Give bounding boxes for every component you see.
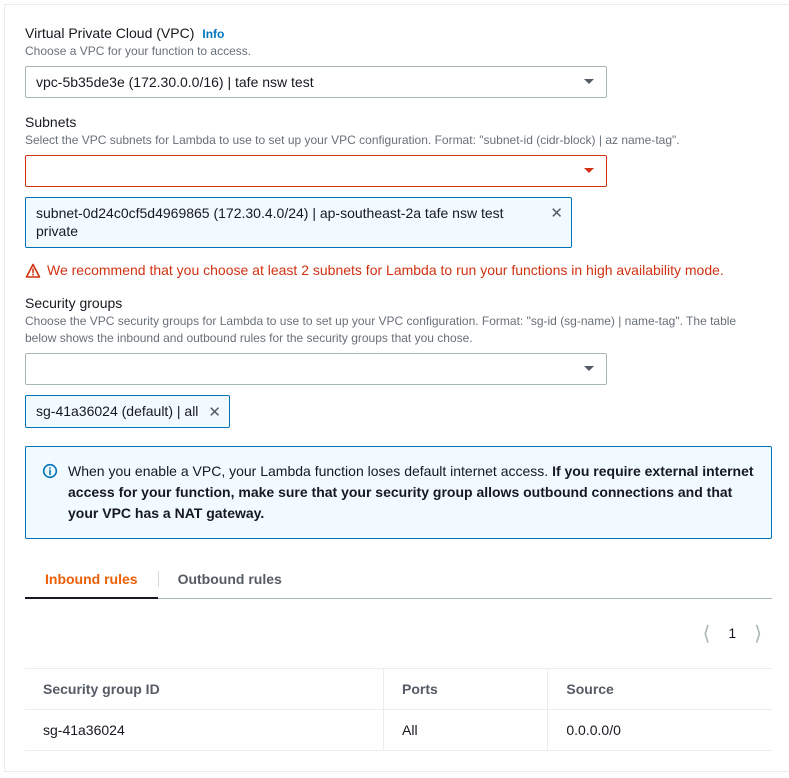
- security-group-chip: sg-41a36024 (default) | all ✕: [25, 395, 230, 428]
- vpc-info-text: When you enable a VPC, your Lambda funct…: [68, 461, 755, 524]
- sg-chip-text: sg-41a36024 (default) | all: [36, 402, 198, 421]
- security-groups-label: Security groups: [25, 295, 122, 311]
- security-groups-desc: Choose the VPC security groups for Lambd…: [25, 313, 765, 347]
- chevron-down-icon: [584, 79, 594, 84]
- subnets-field: Subnets Select the VPC subnets for Lambd…: [25, 114, 772, 280]
- info-prefix: When you enable a VPC, your Lambda funct…: [68, 463, 552, 479]
- info-icon: [42, 463, 58, 524]
- col-security-group-id: Security group ID: [25, 668, 384, 709]
- subnets-desc: Select the VPC subnets for Lambda to use…: [25, 132, 765, 149]
- security-groups-dropdown[interactable]: [25, 353, 607, 385]
- vpc-config-panel: Virtual Private Cloud (VPC) Info Choose …: [4, 4, 789, 772]
- table-header-row: Security group ID Ports Source: [25, 668, 772, 709]
- vpc-dropdown[interactable]: vpc-5b35de3e (172.30.0.0/16) | tafe nsw …: [25, 66, 607, 98]
- col-ports: Ports: [384, 668, 548, 709]
- col-source: Source: [548, 668, 772, 709]
- vpc-label: Virtual Private Cloud (VPC): [25, 25, 194, 41]
- subnet-chip-text: subnet-0d24c0cf5d4969865 (172.30.4.0/24)…: [36, 204, 531, 242]
- vpc-field: Virtual Private Cloud (VPC) Info Choose …: [25, 25, 772, 98]
- security-groups-field: Security groups Choose the VPC security …: [25, 295, 772, 427]
- cell-sgid: sg-41a36024: [25, 709, 384, 750]
- warning-icon: [25, 263, 41, 279]
- close-icon[interactable]: ✕: [208, 403, 221, 420]
- tab-outbound-rules[interactable]: Outbound rules: [158, 559, 302, 599]
- vpc-selected-value: vpc-5b35de3e (172.30.0.0/16) | tafe nsw …: [36, 74, 314, 90]
- vpc-desc: Choose a VPC for your function to access…: [25, 43, 765, 60]
- inbound-rules-table: Security group ID Ports Source sg-41a360…: [25, 668, 772, 751]
- chevron-down-icon: [584, 168, 594, 173]
- subnets-label: Subnets: [25, 114, 76, 130]
- rules-pager: ⟨ 1 ⟩: [25, 599, 772, 668]
- vpc-info-alert: When you enable a VPC, your Lambda funct…: [25, 446, 772, 539]
- tab-inbound-rules[interactable]: Inbound rules: [25, 559, 158, 599]
- subnets-dropdown[interactable]: [25, 155, 607, 187]
- prev-page-icon[interactable]: ⟨: [703, 621, 711, 646]
- next-page-icon[interactable]: ⟩: [754, 621, 762, 646]
- page-number: 1: [728, 625, 736, 641]
- close-icon[interactable]: ✕: [550, 204, 563, 221]
- vpc-info-link[interactable]: Info: [202, 27, 224, 41]
- cell-source: 0.0.0.0/0: [548, 709, 772, 750]
- chevron-down-icon: [584, 366, 594, 371]
- table-row: sg-41a36024 All 0.0.0.0/0: [25, 709, 772, 750]
- rules-tabs: Inbound rules Outbound rules: [25, 559, 772, 599]
- subnets-warning-text: We recommend that you choose at least 2 …: [47, 262, 724, 278]
- cell-ports: All: [384, 709, 548, 750]
- subnets-warning: We recommend that you choose at least 2 …: [25, 262, 772, 279]
- subnet-chip: subnet-0d24c0cf5d4969865 (172.30.4.0/24)…: [25, 197, 572, 249]
